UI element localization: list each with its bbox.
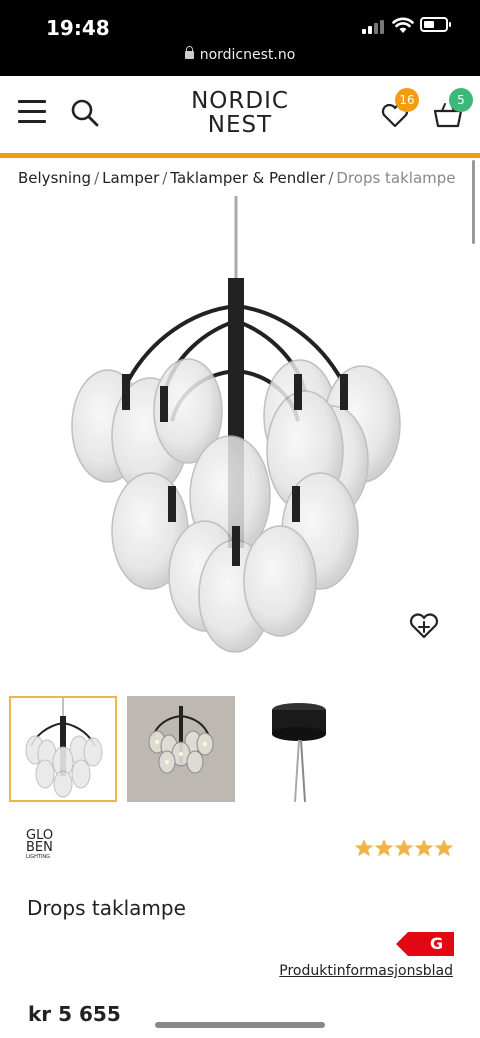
nordic-nest-logo[interactable]: NORDIC NEST [170, 89, 310, 137]
breadcrumb-link-lamper[interactable]: Lamper [102, 169, 159, 187]
breadcrumb-separator: / [94, 169, 100, 187]
product-datasheet-link[interactable]: Produktinformasjonsblad [279, 963, 453, 979]
wifi-icon [392, 17, 414, 33]
energy-arrow-icon [396, 932, 454, 956]
wishlist-count-badge: 16 [395, 88, 419, 112]
address-bar[interactable]: nordicnest.no [0, 46, 480, 63]
product-price: kr 5 655 [28, 1002, 121, 1026]
search-icon[interactable] [70, 98, 100, 128]
product-main-image[interactable] [0, 196, 480, 670]
clock: 19:48 [46, 16, 110, 40]
cart-count-badge: 5 [449, 88, 473, 112]
globen-lighting-logo[interactable]: GLO BEN LIGHTING [26, 829, 62, 866]
ceiling-canopy-thumbnail-icon [272, 703, 326, 802]
battery-icon [420, 17, 451, 32]
breadcrumb-current: Drops taklampe [336, 169, 456, 187]
thumbnail-1[interactable] [9, 696, 117, 802]
url-text: nordicnest.no [199, 47, 296, 63]
header-divider [0, 153, 480, 158]
breadcrumb-separator: / [328, 169, 334, 187]
hamburger-menu-icon[interactable] [18, 100, 46, 124]
thumbnail-2[interactable] [127, 696, 235, 802]
product-title: Drops taklampe [27, 896, 186, 920]
lock-icon [184, 46, 194, 59]
breadcrumb-link-belysning[interactable]: Belysning [18, 169, 91, 187]
chandelier-thumbnail-icon [25, 698, 103, 798]
breadcrumb-separator: / [162, 169, 168, 187]
breadcrumb: Belysning / Lamper / Taklamper & Pendler / Dro… [18, 169, 456, 187]
heart-plus-icon[interactable] [408, 612, 440, 640]
signal-icon [362, 20, 384, 34]
status-bar: 19:48 nordicnest.no [0, 0, 480, 76]
energy-class-badge[interactable]: G [396, 932, 454, 956]
breadcrumb-link-taklamper[interactable]: Taklamper & Pendler [170, 169, 325, 187]
chandelier-room-thumbnail-icon [148, 706, 214, 774]
rating-stars[interactable] [354, 838, 454, 858]
thumbnail-3[interactable] [245, 696, 353, 802]
home-indicator[interactable] [155, 1022, 325, 1028]
